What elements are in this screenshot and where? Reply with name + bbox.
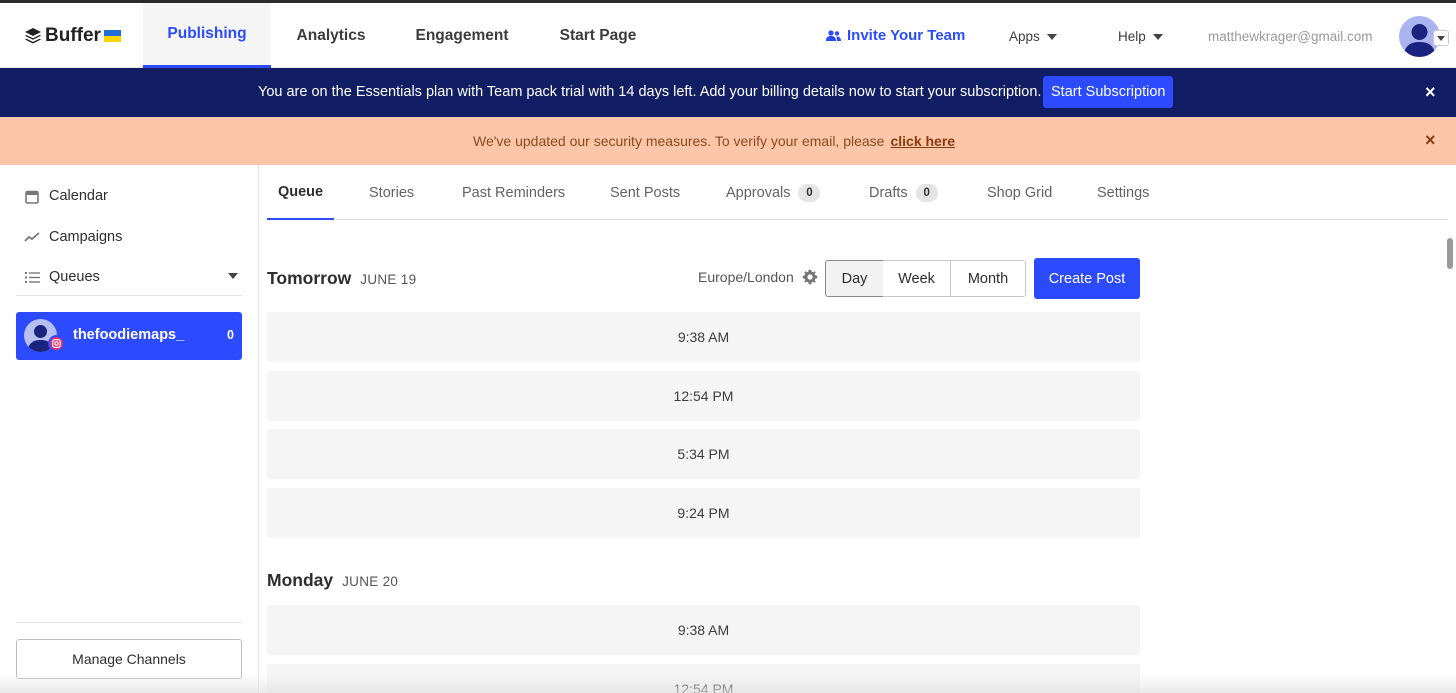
tab-label: Approvals [726, 184, 791, 201]
queue-time-slot[interactable]: 5:34 PM [267, 429, 1140, 479]
buffer-logo[interactable]: Buffer [24, 23, 121, 49]
tab-label: Sent Posts [610, 184, 681, 201]
tab-shop-grid[interactable]: Shop Grid [987, 165, 1052, 220]
nav-tab-analytics[interactable]: Analytics [283, 3, 379, 68]
queue-time-slot[interactable]: 9:38 AM [267, 312, 1140, 362]
channel-item-thefoodiemaps[interactable]: thefoodiemaps_ 0 [16, 312, 242, 360]
timezone-label: Europe/London [698, 269, 794, 285]
sidebar-item-queues[interactable]: Queues [24, 269, 100, 285]
day-date: JUNE 19 [360, 272, 417, 287]
timezone-selector[interactable]: Europe/London [698, 269, 818, 285]
tab-settings[interactable]: Settings [1097, 165, 1149, 220]
start-subscription-button[interactable]: Start Subscription [1043, 76, 1174, 108]
day-header: Tomorrow JUNE 19 [267, 268, 416, 289]
queue-time-slot[interactable]: 12:54 PM [267, 664, 1140, 693]
manage-channels-button[interactable]: Manage Channels [16, 639, 242, 679]
help-dropdown[interactable]: Help [1118, 29, 1163, 44]
tab-label: Settings [1097, 184, 1150, 201]
create-post-button[interactable]: Create Post [1034, 258, 1140, 299]
chevron-down-icon[interactable] [228, 273, 238, 279]
verify-email-link[interactable]: click here [890, 133, 955, 149]
invite-team-link[interactable]: Invite Your Team [826, 27, 965, 44]
tab-sent-posts[interactable]: Sent Posts [610, 165, 680, 220]
divider [16, 295, 242, 296]
view-day-button[interactable]: Day [825, 260, 884, 297]
trend-icon [24, 229, 40, 245]
channel-name: thefoodiemaps_ [73, 327, 185, 343]
sidebar-item-label: Queues [49, 269, 100, 285]
view-week-button[interactable]: Week [883, 260, 951, 297]
top-navigation: Buffer Publishing Analytics Engagement S… [0, 0, 1456, 68]
help-label: Help [1118, 29, 1146, 44]
people-icon [826, 29, 841, 41]
queue-time-slot[interactable]: 9:38 AM [267, 605, 1140, 655]
account-menu-toggle[interactable] [1433, 30, 1449, 46]
apps-label: Apps [1009, 29, 1040, 44]
sidebar-item-campaigns[interactable]: Campaigns [24, 229, 122, 245]
security-banner: We've updated our security measures. To … [0, 117, 1456, 165]
day-label: Monday [267, 570, 334, 590]
trial-message: You are on the Essentials plan with Team… [258, 84, 1042, 100]
user-email: matthewkrager@gmail.com [1208, 29, 1373, 44]
calendar-icon [24, 188, 40, 204]
slot-time: 12:54 PM [673, 681, 734, 693]
tab-past-reminders[interactable]: Past Reminders [462, 165, 565, 220]
buffer-logo-icon [25, 28, 41, 44]
sidebar-item-calendar[interactable]: Calendar [24, 188, 108, 204]
nav-tab-engagement[interactable]: Engagement [405, 3, 519, 68]
scrollbar-thumb[interactable] [1447, 238, 1453, 269]
list-icon [24, 269, 40, 285]
tab-label: Queue [277, 183, 324, 200]
close-icon[interactable]: × [1425, 131, 1436, 149]
sidebar: Calendar Campaigns Queues thefoodiemaps_… [0, 165, 259, 693]
security-message: We've updated our security measures. To … [473, 133, 885, 149]
day-header: Monday JUNE 20 [267, 570, 398, 591]
day-label: Tomorrow [267, 268, 352, 288]
security-message-wrap: We've updated our security measures. To … [473, 133, 955, 149]
nav-tab-publishing[interactable]: Publishing [143, 3, 271, 68]
divider [16, 622, 242, 623]
close-icon[interactable]: × [1425, 83, 1436, 101]
tab-stories[interactable]: Stories [369, 165, 414, 220]
chevron-down-icon [1046, 33, 1057, 40]
tab-label: Drafts [869, 184, 908, 201]
tab-drafts[interactable]: Drafts 0 [869, 165, 938, 220]
count-badge: 0 [915, 183, 938, 202]
sidebar-item-label: Calendar [49, 188, 108, 204]
tab-label: Stories [369, 184, 415, 201]
chevron-down-icon [1152, 33, 1163, 40]
queue-time-slot[interactable]: 12:54 PM [267, 371, 1140, 421]
count-badge: 0 [798, 183, 821, 202]
queue-time-slot[interactable]: 9:24 PM [267, 488, 1140, 538]
channel-post-count: 0 [227, 328, 234, 342]
logo-text: Buffer [45, 25, 101, 46]
apps-dropdown[interactable]: Apps [1009, 29, 1057, 44]
nav-tab-start-page[interactable]: Start Page [546, 3, 650, 68]
tab-queue[interactable]: Queue [267, 165, 334, 220]
queue-tabs: Queue Stories Past Reminders Sent Posts … [267, 165, 1448, 220]
chevron-down-icon [1437, 35, 1445, 41]
view-month-button[interactable]: Month [950, 260, 1026, 297]
trial-banner: You are on the Essentials plan with Team… [0, 68, 1456, 117]
ukraine-flag-icon [103, 30, 121, 42]
tab-label: Shop Grid [987, 184, 1053, 201]
day-date: JUNE 20 [342, 574, 399, 589]
invite-label: Invite Your Team [847, 27, 966, 44]
gear-icon[interactable] [802, 269, 818, 285]
tab-approvals[interactable]: Approvals 0 [726, 165, 821, 220]
instagram-icon [48, 335, 65, 352]
tab-label: Past Reminders [462, 184, 566, 201]
sidebar-item-label: Campaigns [49, 229, 123, 245]
